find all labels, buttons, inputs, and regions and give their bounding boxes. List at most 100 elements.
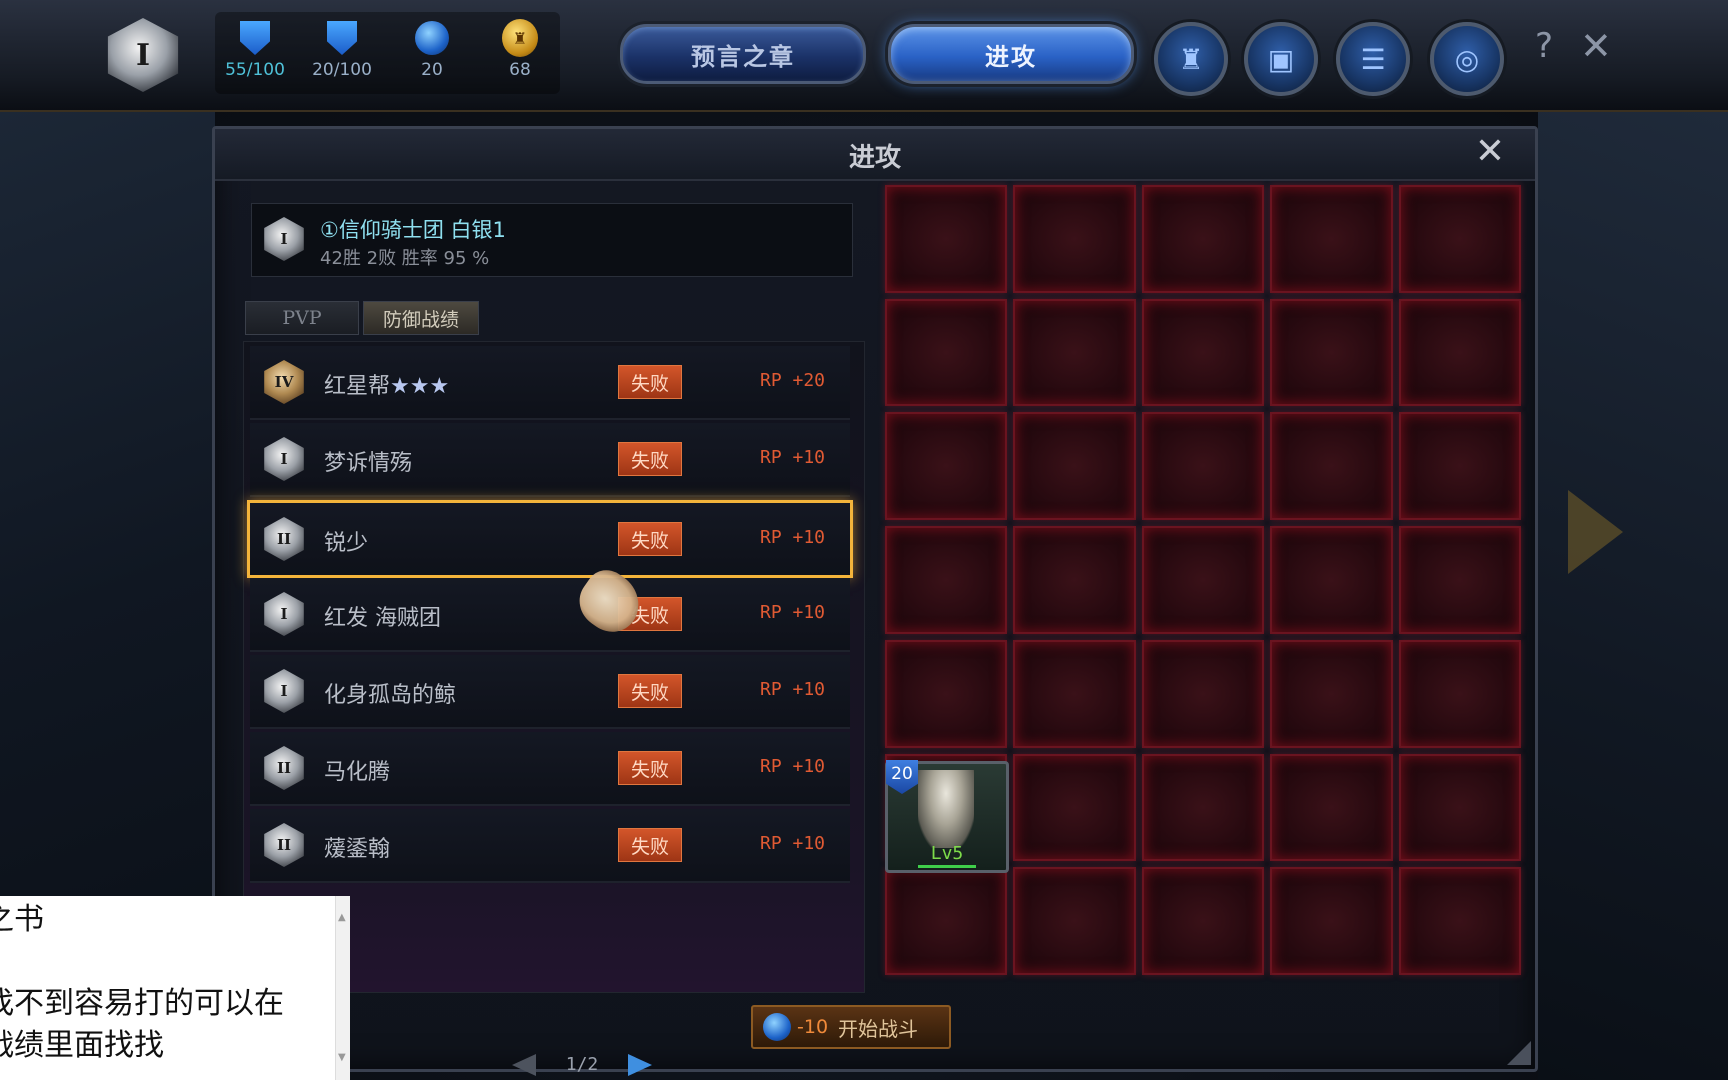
top-bar: I 55/100 20/100 20 ♜ 68 预言之章 进攻 ♜ ▣ ☰ ◎ … — [0, 0, 1728, 112]
grid-cell[interactable] — [1013, 412, 1136, 521]
grid-cell[interactable] — [1270, 298, 1393, 407]
grid-cell[interactable] — [1270, 753, 1393, 862]
scroll-icon[interactable]: ☰ — [1336, 22, 1410, 96]
opponent-name: 蕿鋈翰 — [324, 837, 391, 862]
rank-emblem[interactable]: I — [107, 18, 179, 92]
player-stats: 42胜 2败 胜率 95 % — [320, 248, 490, 269]
castle-icon[interactable]: ♜ — [1154, 22, 1228, 96]
resource-energy-value: 20 — [421, 60, 443, 80]
grid-cell[interactable] — [1270, 526, 1393, 634]
grid-cell[interactable] — [1398, 298, 1521, 407]
prophecy-chapter-button[interactable]: 预言之章 — [620, 24, 866, 84]
record-row[interactable]: II 蕿鋈翰 失败 RP +10 — [250, 809, 850, 883]
grid-cell[interactable] — [1141, 867, 1265, 975]
resize-corner-icon — [1507, 1041, 1531, 1065]
record-row[interactable]: I 红发 海贼团 失败 RP +10 — [250, 578, 850, 652]
grid-cell[interactable] — [1013, 185, 1136, 293]
caption-scrollbar[interactable]: ▲ ▼ — [335, 896, 350, 1080]
opponent-name: 梦诉情殇 — [324, 451, 413, 476]
tab-defense-record[interactable]: 防御战绩 — [363, 301, 479, 335]
rp-value: RP +10 — [760, 447, 826, 468]
rank-emblem-icon: II — [264, 517, 304, 561]
badge-icon[interactable]: ◎ — [1430, 22, 1504, 96]
result-badge: 失败 — [618, 828, 682, 862]
gold-coin-icon: ♜ — [502, 19, 538, 57]
grid-cell[interactable] — [885, 185, 1008, 293]
grid-cell[interactable] — [1398, 867, 1521, 975]
attack-button[interactable]: 进攻 — [888, 24, 1134, 84]
shield-icon — [324, 20, 360, 56]
pager: 1/2 — [512, 1050, 652, 1080]
resource-defense-value: 20/100 — [312, 60, 372, 80]
record-row[interactable]: I 化身孤岛的鲸 失败 RP +10 — [250, 655, 850, 729]
result-badge: 失败 — [618, 674, 682, 708]
resource-gold[interactable]: ♜ 68 — [480, 12, 560, 80]
grid-cell[interactable] — [1141, 412, 1265, 521]
tab-pvp[interactable]: PVP — [245, 301, 359, 335]
record-row[interactable]: II 马化腾 失败 RP +10 — [250, 732, 850, 806]
player-card: I ①信仰骑士团 白银1 42胜 2败 胜率 95 % — [251, 203, 853, 277]
resource-energy[interactable]: 20 — [392, 12, 472, 80]
opponent-name: 红发 海贼团 — [324, 606, 441, 631]
energy-orb-icon — [414, 20, 450, 56]
opponent-name: 锐少 — [324, 531, 369, 556]
grid-cell[interactable] — [885, 298, 1008, 407]
result-badge: 失败 — [618, 751, 682, 785]
grid-cell[interactable] — [885, 867, 1008, 975]
prev-page-icon[interactable] — [512, 1054, 536, 1076]
grid-cell[interactable] — [1270, 639, 1393, 748]
resource-stamina-value: 55/100 — [225, 60, 285, 80]
grid-cell[interactable] — [885, 412, 1008, 521]
player-name: ①信仰骑士团 白银1 — [320, 218, 506, 242]
grid-cell[interactable] — [1270, 867, 1393, 975]
record-row-selected[interactable]: II 锐少 失败 RP +10 — [247, 500, 853, 578]
cards-icon[interactable]: ▣ — [1244, 22, 1318, 96]
grid-cell[interactable] — [1013, 867, 1136, 975]
grid-cell[interactable] — [1013, 753, 1136, 862]
scroll-down-icon[interactable]: ▼ — [338, 1038, 346, 1078]
start-battle-label: 开始战斗 — [838, 1016, 919, 1041]
grid-cell[interactable] — [885, 639, 1008, 748]
scroll-up-icon[interactable]: ▲ — [338, 898, 346, 938]
grid-cell[interactable] — [1141, 526, 1265, 634]
rp-value: RP +20 — [760, 370, 826, 391]
grid-cell[interactable] — [1013, 298, 1136, 407]
opponent-name: 马化腾 — [324, 760, 391, 785]
resource-stamina[interactable]: 55/100 — [215, 12, 295, 80]
next-page-icon[interactable] — [628, 1054, 652, 1076]
rp-value: RP +10 — [760, 679, 826, 700]
resource-defense[interactable]: 20/100 — [302, 12, 382, 80]
grid-cell[interactable] — [1013, 526, 1136, 634]
cave-background-right — [1538, 110, 1728, 1080]
panel-close-icon[interactable]: ✕ — [1475, 131, 1505, 172]
rank-emblem-label: I — [135, 37, 151, 73]
grid-cell[interactable] — [1270, 412, 1393, 521]
grid-cell[interactable] — [1141, 639, 1265, 748]
record-row[interactable]: I 梦诉情殇 失败 RP +10 — [250, 423, 850, 497]
close-icon[interactable]: ✕ — [1580, 24, 1612, 68]
grid-cell[interactable] — [1398, 526, 1521, 634]
grid-cell[interactable] — [1398, 412, 1521, 521]
grid-cell[interactable] — [1398, 639, 1521, 748]
start-battle-button[interactable]: -10 开始战斗 — [751, 1005, 951, 1049]
grid-cell[interactable] — [1270, 185, 1393, 293]
opponent-name: 红星帮★★★ — [324, 374, 450, 399]
grid-cell[interactable] — [1141, 753, 1265, 862]
grid-cell[interactable] — [1398, 185, 1521, 293]
grid-cell[interactable] — [1141, 185, 1265, 293]
energy-cost: -10 — [797, 1016, 829, 1038]
rp-value: RP +10 — [760, 756, 826, 777]
grid-cell[interactable] — [1398, 753, 1521, 862]
help-icon[interactable]: ? — [1535, 26, 1553, 66]
unit-card[interactable]: 20 Lv5 — [885, 760, 1009, 873]
result-badge: 失败 — [618, 442, 682, 476]
grid-cell[interactable] — [1013, 639, 1136, 748]
caption-box: 之书 找不到容易打的可以在 战绩里面找找 ▲ ▼ — [0, 896, 350, 1080]
grid-cell[interactable] — [885, 526, 1008, 634]
grid-cell[interactable] — [1141, 298, 1265, 407]
resource-gold-value: 68 — [509, 60, 531, 80]
rank-emblem-icon: IV — [264, 360, 304, 404]
record-row[interactable]: IV 红星帮★★★ 失败 RP +20 — [250, 346, 850, 420]
sword-shield-icon — [237, 20, 273, 56]
caption-line: 之书 — [0, 902, 44, 937]
